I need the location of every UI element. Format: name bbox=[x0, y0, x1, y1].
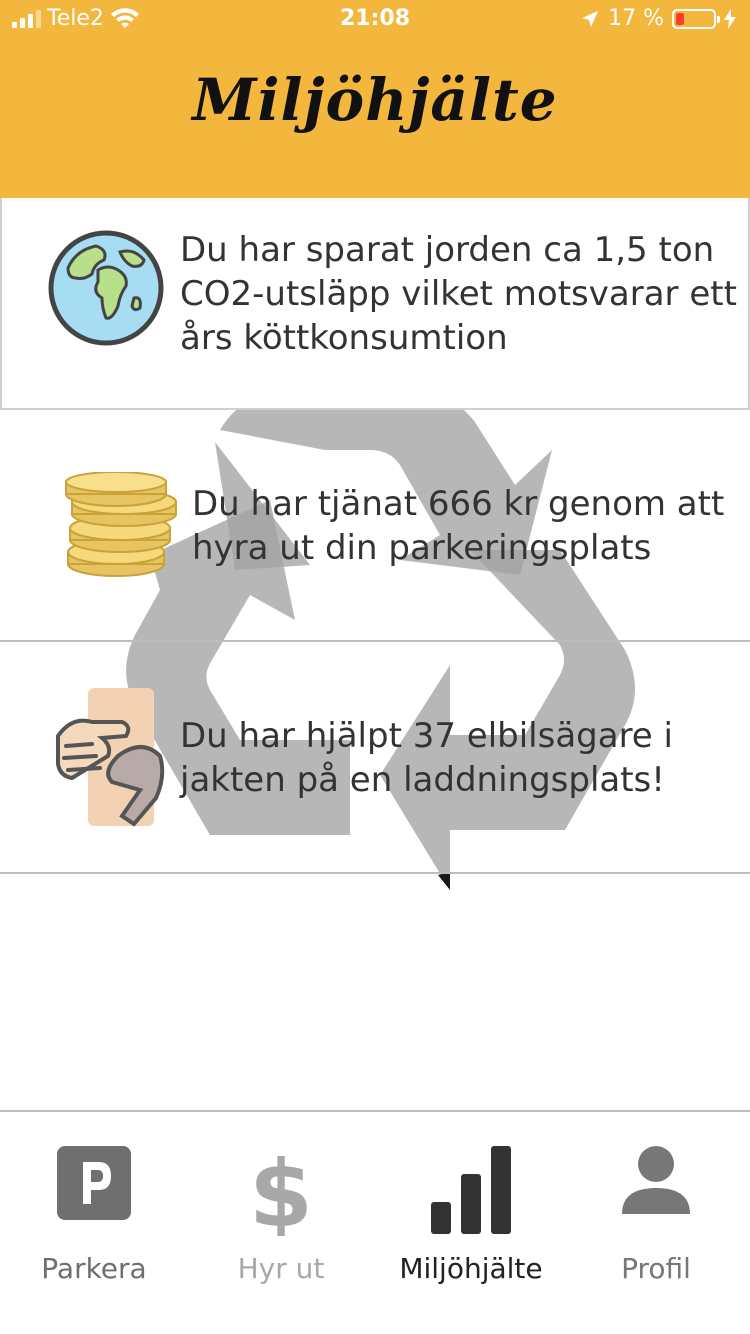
tab-hyr-ut[interactable]: $ Hyr ut bbox=[187, 1112, 375, 1334]
location-arrow-icon bbox=[582, 10, 599, 27]
tab-miljohjalte[interactable]: Miljöhjälte bbox=[377, 1112, 565, 1334]
tab-bar: Parkera $ Hyr ut Miljöhjälte Profil bbox=[0, 1110, 750, 1334]
stat-row-co2: Du har sparat jorden ca 1,5 ton CO2-utsl… bbox=[0, 198, 750, 410]
svg-text:$: $ bbox=[253, 1144, 309, 1236]
tab-label-hyr-ut: Hyr ut bbox=[237, 1252, 325, 1285]
stat-text-help: Du har hjälpt 37 elbilsägare i jakten på… bbox=[180, 716, 673, 800]
globe-icon bbox=[48, 230, 164, 346]
bar-chart-icon bbox=[431, 1146, 511, 1234]
stat-row-help: Du har hjälpt 37 elbilsägare i jakten på… bbox=[0, 642, 750, 874]
person-icon bbox=[622, 1146, 690, 1214]
battery-icon bbox=[672, 8, 720, 29]
status-bar: Tele2 21:08 17 % bbox=[0, 0, 750, 40]
tab-label-miljohjalte: Miljöhjälte bbox=[399, 1252, 543, 1285]
charging-icon bbox=[724, 8, 736, 29]
status-right: 17 % bbox=[580, 6, 736, 31]
battery-percent: 17 % bbox=[608, 6, 664, 31]
app-header: Tele2 21:08 17 % Miljöhjälte bbox=[0, 0, 750, 198]
stat-text-co2: Du har sparat jorden ca 1,5 ton CO2-utsl… bbox=[180, 230, 737, 358]
page-title: Miljöhjälte bbox=[192, 66, 558, 134]
stat-text-earnings: Du har tjänat 666 kr genom att hyra ut d… bbox=[192, 484, 725, 568]
tab-profil[interactable]: Profil bbox=[562, 1112, 750, 1334]
coins-icon bbox=[65, 472, 177, 577]
parking-icon bbox=[57, 1146, 131, 1220]
tab-parkera[interactable]: Parkera bbox=[0, 1112, 188, 1334]
stat-row-earnings: Du har tjänat 666 kr genom att hyra ut d… bbox=[0, 410, 750, 642]
dollar-icon: $ bbox=[253, 1144, 309, 1236]
helping-hand-icon bbox=[56, 688, 165, 827]
tab-label-parkera: Parkera bbox=[41, 1252, 147, 1285]
tab-label-profil: Profil bbox=[621, 1252, 691, 1285]
